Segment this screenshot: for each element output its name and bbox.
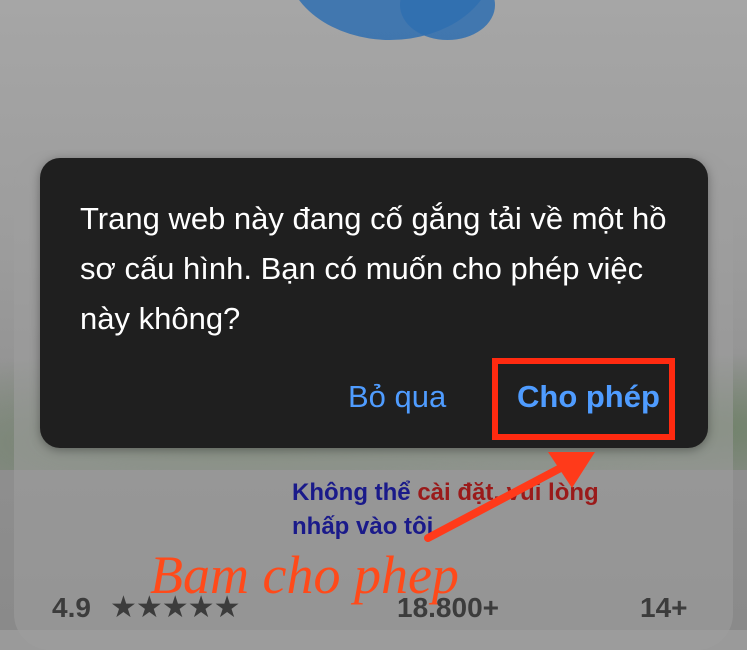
note-line-1: Không thể cài đặt, vui lòng [292,476,599,510]
note-text-part-1: Không thể [292,479,418,506]
dialog-message: Trang web này đang cố gắng tải về một hồ… [80,201,667,336]
age-rating: 14+ [640,592,688,623]
star-rating-icon: ★★★★★ [110,591,240,624]
review-count: 18.800+ [397,592,499,623]
note-line-2: nhấp vào tôi [292,513,434,540]
allow-button-highlight-box [492,358,675,440]
note-text-part-2: cài đặt, vui lòng [417,479,599,506]
install-help-note[interactable]: Không thể cài đặt, vui lòng nhấp vào tôi [292,476,599,544]
skip-button[interactable]: Bỏ qua [348,372,446,422]
app-stats-row: 4.9 ★★★★★ 18.800+ 14+ [0,588,747,630]
rating-value: 4.9 [52,592,91,623]
